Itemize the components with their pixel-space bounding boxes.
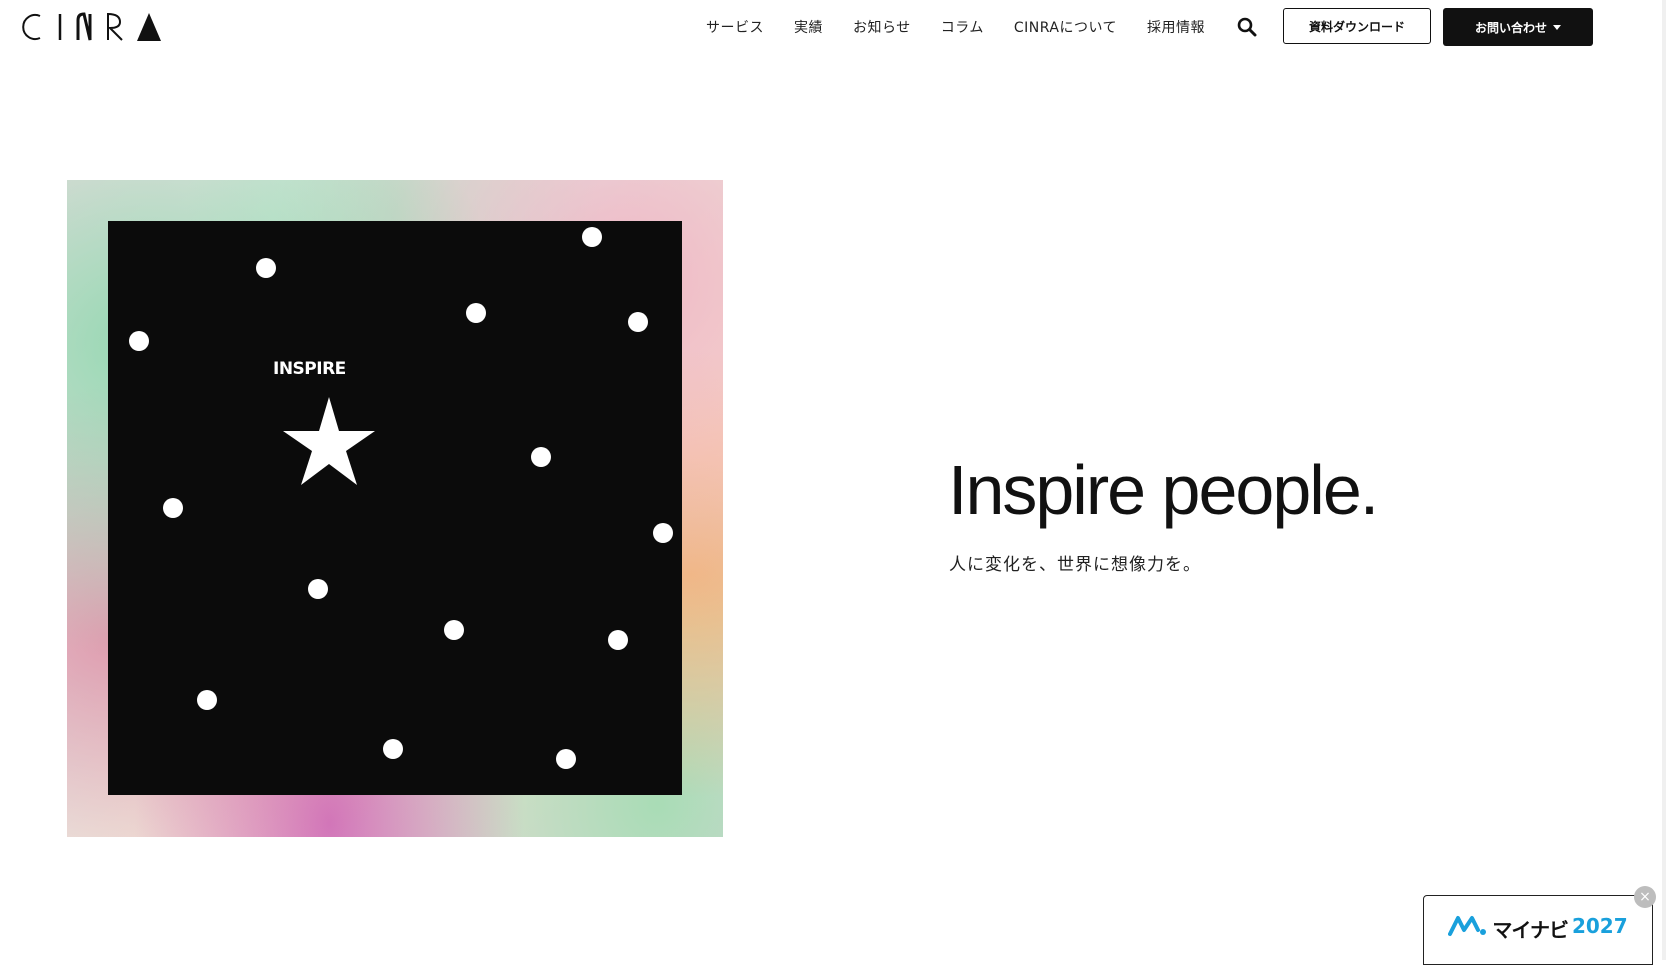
star-dot — [556, 749, 576, 769]
cinra-logo[interactable] — [16, 10, 166, 44]
main-nav: サービス 実績 お知らせ コラム CINRAについて 採用情報 — [706, 0, 1235, 54]
nav-item-column[interactable]: コラム — [941, 17, 984, 37]
star-dot — [129, 331, 149, 351]
nav-item-recruit[interactable]: 採用情報 — [1147, 17, 1205, 37]
hero-headline: Inspire people. — [948, 451, 1379, 529]
inspire-label: INSPIRE — [273, 359, 346, 379]
star-dot — [308, 579, 328, 599]
star-dot — [466, 303, 486, 323]
artwork-black-panel: INSPIRE — [108, 221, 682, 795]
star-dot — [628, 312, 648, 332]
star-dot — [163, 498, 183, 518]
star-dot — [444, 620, 464, 640]
hero-artwork: INSPIRE — [67, 180, 723, 837]
star-dot — [197, 690, 217, 710]
nav-item-works[interactable]: 実績 — [794, 17, 823, 37]
mynavi-logo-icon — [1448, 916, 1487, 936]
star-dot — [582, 227, 602, 247]
scrollbar[interactable] — [1662, 0, 1666, 960]
contact-button-label: お問い合わせ — [1474, 20, 1547, 35]
contact-button[interactable]: お問い合わせ — [1443, 8, 1593, 46]
caret-down-icon — [1553, 24, 1561, 30]
star-dot — [653, 523, 673, 543]
star-dot — [531, 447, 551, 467]
search-icon[interactable] — [1237, 17, 1257, 37]
nav-item-news[interactable]: お知らせ — [853, 17, 911, 37]
hero-subline: 人に変化を、世界に想像力を。 — [949, 555, 1201, 575]
star-icon — [283, 397, 375, 485]
mynavi-year: 2027 — [1571, 914, 1628, 938]
nav-item-services[interactable]: サービス — [706, 17, 764, 37]
mynavi-banner[interactable]: マイナビ 2027 — [1423, 895, 1653, 965]
star-dot — [608, 630, 628, 650]
banner-close-button[interactable]: × — [1634, 886, 1656, 908]
mynavi-brand: マイナビ — [1492, 918, 1569, 942]
site-header: サービス 実績 お知らせ コラム CINRAについて 採用情報 資料ダウンロード… — [0, 0, 1666, 54]
star-dot — [383, 739, 403, 759]
download-docs-button[interactable]: 資料ダウンロード — [1283, 8, 1431, 44]
star-dot — [256, 258, 276, 278]
nav-item-about[interactable]: CINRAについて — [1014, 17, 1117, 37]
